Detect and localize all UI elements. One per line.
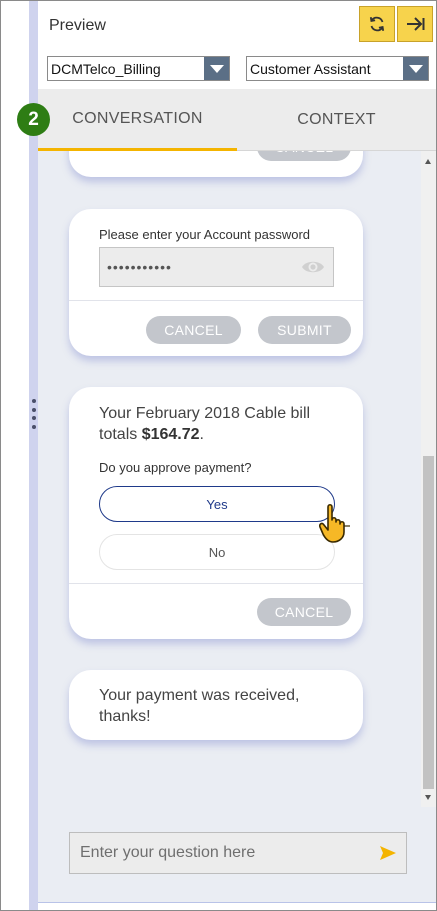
- refresh-button[interactable]: [359, 6, 395, 42]
- scroll-down-icon[interactable]: [425, 795, 431, 800]
- bill-card-actions: CANCEL: [69, 583, 363, 639]
- tab-context[interactable]: CONTEXT: [237, 89, 436, 151]
- application-select-value: DCMTelco_Billing: [51, 61, 161, 77]
- bill-summary-text: Your February 2018 Cable bill totals $16…: [99, 403, 349, 445]
- application-select[interactable]: DCMTelco_Billing: [47, 56, 230, 81]
- cancel-button[interactable]: CANCEL: [257, 151, 351, 161]
- assistant-select-value: Customer Assistant: [250, 61, 371, 77]
- tab-bar: CONVERSATION CONTEXT: [38, 89, 436, 151]
- password-card-actions: CANCEL SUBMIT: [69, 300, 363, 356]
- scroll-up-icon[interactable]: [425, 159, 431, 164]
- bill-amount: $164.72: [141, 426, 200, 443]
- previous-message-card: CANCEL: [69, 151, 363, 177]
- scrollbar-thumb[interactable]: [423, 456, 434, 789]
- eye-icon[interactable]: [301, 257, 325, 277]
- assistant-select[interactable]: Customer Assistant: [246, 56, 429, 81]
- password-field[interactable]: •••••••••••: [99, 247, 334, 287]
- refresh-icon: [369, 16, 385, 32]
- resize-grip-icon[interactable]: [31, 399, 36, 429]
- panel-header: Preview DCMTelco_Billing Customer Assist…: [38, 1, 436, 89]
- chevron-down-icon[interactable]: [204, 57, 229, 80]
- tab-conversation[interactable]: CONVERSATION: [38, 89, 237, 151]
- bill-approval-card: Your February 2018 Cable bill totals $16…: [69, 387, 363, 639]
- password-value: •••••••••••: [107, 259, 172, 275]
- send-icon[interactable]: [379, 845, 397, 861]
- bill-text-prefix: Your February 2018 Cable bill totals: [99, 405, 311, 443]
- conversation-scrollbar[interactable]: [421, 151, 436, 807]
- bottom-divider: [38, 902, 436, 903]
- question-input-area: [38, 807, 436, 902]
- no-option-button[interactable]: No: [99, 534, 335, 570]
- step-badge: 2: [17, 103, 50, 136]
- submit-button[interactable]: SUBMIT: [258, 316, 351, 344]
- yes-option-button[interactable]: Yes: [99, 486, 335, 522]
- password-label: Please enter your Account password: [99, 227, 311, 242]
- question-input[interactable]: [69, 832, 407, 874]
- cancel-button[interactable]: CANCEL: [146, 316, 241, 344]
- pointer-hand-icon: [319, 503, 350, 543]
- chevron-down-icon[interactable]: [403, 57, 428, 80]
- conversation-area: CANCEL Please enter your Account passwor…: [38, 151, 421, 807]
- approval-question: Do you approve payment?: [99, 460, 252, 475]
- expand-arrow-icon: [407, 17, 425, 31]
- panel-title: Preview: [49, 17, 106, 34]
- confirmation-message-card: Your payment was received, thanks!: [69, 670, 363, 740]
- cancel-button[interactable]: CANCEL: [257, 598, 351, 626]
- expand-button[interactable]: [397, 6, 433, 42]
- password-prompt-card: Please enter your Account password •••••…: [69, 209, 363, 356]
- resize-rail[interactable]: [29, 1, 38, 910]
- confirmation-text: Your payment was received, thanks!: [99, 687, 300, 725]
- assistant-preview-panel: Preview DCMTelco_Billing Customer Assist…: [0, 0, 437, 911]
- bill-text-suffix: .: [199, 426, 204, 443]
